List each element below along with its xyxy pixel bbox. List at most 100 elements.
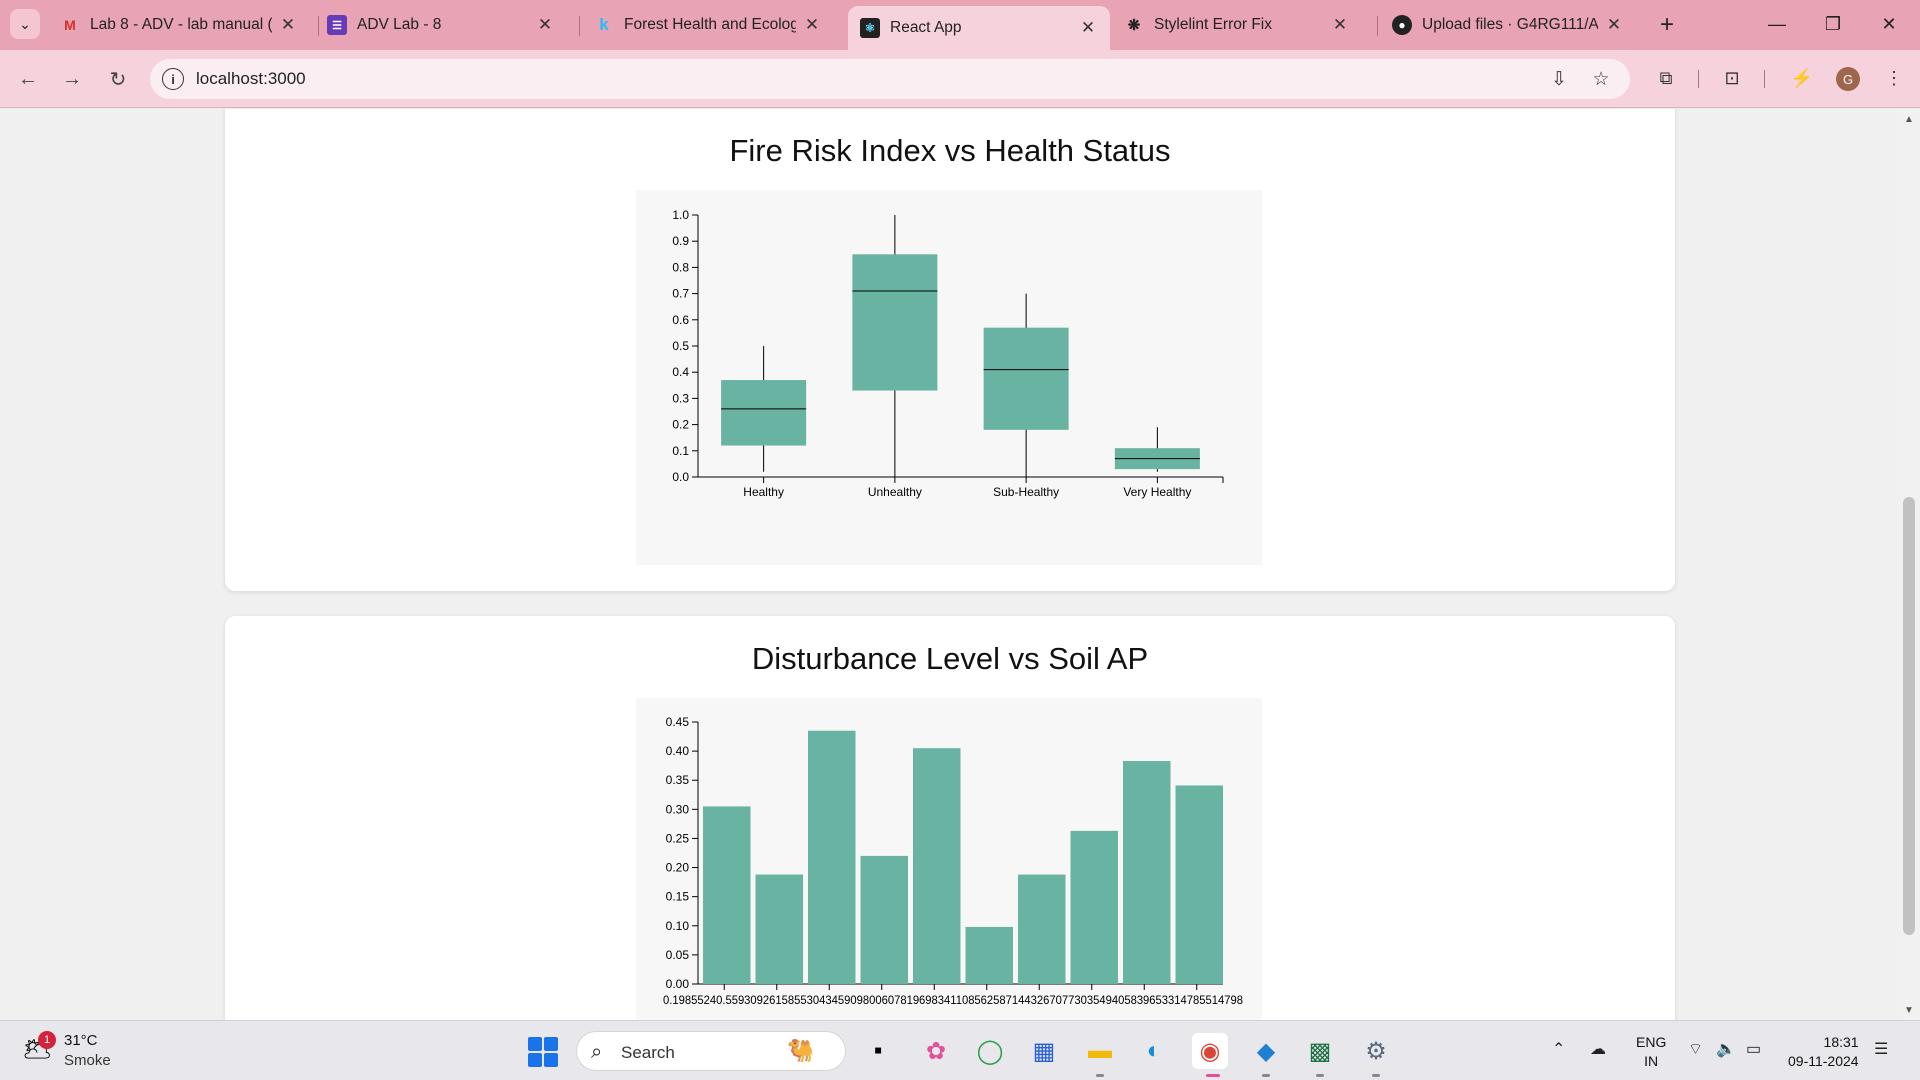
- page-scrollbar[interactable]: ▲ ▼: [1898, 109, 1920, 1020]
- restore-icon: ❐: [1824, 13, 1842, 34]
- store-icon[interactable]: ▦: [1026, 1033, 1062, 1069]
- bookmark-star-icon[interactable]: ☆: [1590, 68, 1612, 90]
- notifications-icon[interactable]: ☰: [1874, 1039, 1888, 1059]
- close-icon[interactable]: ✕: [1604, 15, 1624, 35]
- menu-icon[interactable]: ⋮: [1880, 64, 1908, 92]
- box: [852, 254, 938, 391]
- bar: [965, 926, 1013, 984]
- barchart-area: 0.00 0.05 0.10 0.15 0.20 0.25 0.30 0.35 0.40 0.45…: [636, 698, 1262, 1020]
- y-tick-label: 0.1: [672, 444, 689, 458]
- tab-kaggle[interactable]: k Forest Health and Ecologic ✕: [582, 8, 834, 42]
- onedrive-icon[interactable]: ☁: [1590, 1039, 1606, 1059]
- file-explorer-icon[interactable]: ▬: [1082, 1033, 1118, 1069]
- volume-icon[interactable]: 🔈: [1716, 1039, 1736, 1059]
- site-info-icon[interactable]: i: [162, 68, 184, 90]
- x-tick-label: Healthy: [743, 485, 784, 499]
- taskbar-search[interactable]: ⌕ Search 🐫: [576, 1031, 846, 1071]
- greenshot-icon[interactable]: ◯: [972, 1033, 1008, 1069]
- extensions-icon[interactable]: ⧉: [1652, 64, 1680, 92]
- boxplot-area: 0.0 0.1 0.2 0.3 0.4 0.5 0.6 0.7 0.8 0.9 1.0 Healthy…: [636, 190, 1262, 565]
- chart-card-fire-risk: Fire Risk Index vs Health Status 0.0 0.1 0…: [225, 109, 1675, 591]
- screenshot-icon[interactable]: ⊡: [1718, 64, 1746, 92]
- weather-temperature[interactable]: 31°C: [64, 1032, 98, 1049]
- tab-stylelint[interactable]: ❋ Stylelint Error Fix ✕: [1112, 8, 1362, 42]
- scroll-thumb[interactable]: [1903, 497, 1915, 935]
- bar: [1018, 874, 1066, 984]
- y-tick-label: 0.00: [666, 977, 690, 991]
- address-bar[interactable]: i localhost:3000 ⇩ ☆: [150, 59, 1630, 99]
- bar-chart: 0.00 0.05 0.10 0.15 0.20 0.25 0.30 0.35 0.40 0.45…: [663, 715, 1243, 1007]
- chevron-down-icon: ⌄: [19, 15, 31, 32]
- x-tick-label: Sub-Healthy: [993, 485, 1059, 499]
- close-icon[interactable]: ✕: [1330, 15, 1350, 35]
- box: [721, 380, 807, 446]
- chart-card-disturbance: Disturbance Level vs Soil AP 0.00 0.05 0.1…: [225, 616, 1675, 1020]
- profile-avatar[interactable]: G: [1836, 67, 1860, 91]
- plus-icon: +: [1659, 11, 1674, 38]
- edge-icon[interactable]: ◐: [1136, 1033, 1172, 1069]
- y-tick-label: 0.30: [666, 802, 690, 816]
- tab-github[interactable]: ● Upload files · G4RG111/AD ✕: [1380, 8, 1636, 42]
- reload-icon: ↻: [109, 68, 127, 91]
- y-tick-label: 0.3: [672, 391, 689, 405]
- close-window-button[interactable]: ✕: [1866, 8, 1912, 40]
- scroll-up-icon[interactable]: ▲: [1898, 111, 1920, 127]
- tab-adv-lab[interactable]: ☰ ADV Lab - 8 ✕: [315, 8, 567, 42]
- region-code: IN: [1644, 1053, 1659, 1069]
- new-tab-button[interactable]: +: [1652, 10, 1682, 40]
- back-button[interactable]: ←: [12, 63, 44, 95]
- tab-search-button[interactable]: ⌄: [10, 9, 40, 39]
- close-icon[interactable]: ✕: [802, 15, 822, 35]
- y-tick-label: 0.35: [666, 773, 690, 787]
- excel-icon[interactable]: ▩: [1302, 1033, 1338, 1069]
- wifi-icon[interactable]: ⌔: [1688, 1039, 1703, 1059]
- tab-react-app[interactable]: ⚛ React App ✕: [848, 6, 1110, 50]
- scroll-down-icon[interactable]: ▼: [1898, 1002, 1920, 1018]
- y-tick-label: 0.25: [666, 831, 690, 845]
- vscode-icon[interactable]: ◆: [1248, 1033, 1284, 1069]
- arrow-left-icon: ←: [18, 67, 38, 90]
- tab-gmail[interactable]: M Lab 8 - ADV - lab manual ( ✕: [48, 8, 310, 42]
- restore-button[interactable]: ❐: [1810, 8, 1856, 40]
- x-tick-labels-overlapping: 0.19855240.55930926158553043459098006078…: [663, 993, 1243, 1007]
- tab-title: Stylelint Error Fix: [1154, 16, 1272, 33]
- y-tick-label: 0.0: [672, 470, 689, 484]
- settings-icon[interactable]: ⚙: [1358, 1033, 1394, 1069]
- tab-title: Upload files · G4RG111/AD: [1422, 16, 1598, 33]
- url-text[interactable]: localhost:3000: [196, 69, 306, 89]
- chatgpt-icon: ❋: [1127, 17, 1141, 34]
- y-tick-label: 0.40: [666, 744, 690, 758]
- install-app-icon[interactable]: ⇩: [1548, 68, 1570, 90]
- close-icon[interactable]: ✕: [535, 15, 555, 35]
- performance-icon[interactable]: ⚡: [1788, 64, 1816, 92]
- weather-condition[interactable]: Smoke: [64, 1052, 111, 1069]
- github-icon: ●: [1392, 15, 1412, 35]
- start-button[interactable]: [528, 1037, 558, 1067]
- chrome-icon[interactable]: ◉: [1192, 1033, 1228, 1069]
- reload-button[interactable]: ↻: [102, 63, 134, 95]
- react-icon: ⚛: [860, 18, 880, 38]
- arrow-right-icon: →: [62, 67, 82, 90]
- y-tick-label: 0.2: [672, 418, 689, 432]
- tab-title: Forest Health and Ecologic: [624, 16, 796, 33]
- minimize-button[interactable]: —: [1754, 8, 1800, 40]
- bar: [755, 874, 803, 984]
- y-tick-label: 0.6: [672, 313, 689, 327]
- close-icon: ✕: [1881, 13, 1897, 34]
- y-tick-label: 0.05: [666, 948, 690, 962]
- language-indicator[interactable]: ENG IN: [1636, 1033, 1666, 1071]
- battery-icon[interactable]: ▭: [1746, 1039, 1761, 1059]
- copilot-icon[interactable]: ✿: [918, 1033, 954, 1069]
- task-view-icon[interactable]: ▪: [860, 1033, 896, 1069]
- minimize-icon: —: [1768, 13, 1786, 34]
- bar: [1123, 761, 1171, 984]
- forward-button[interactable]: →: [56, 63, 88, 95]
- chevron-up-icon[interactable]: ⌃: [1552, 1039, 1565, 1059]
- system-clock[interactable]: 18:31 09-11-2024: [1788, 1033, 1859, 1071]
- bar: [860, 855, 908, 984]
- y-tick-label: 0.7: [672, 287, 689, 301]
- close-icon[interactable]: ✕: [278, 15, 298, 35]
- y-tick-label: 0.45: [666, 715, 690, 729]
- close-icon[interactable]: ✕: [1078, 18, 1098, 38]
- bar: [703, 806, 751, 984]
